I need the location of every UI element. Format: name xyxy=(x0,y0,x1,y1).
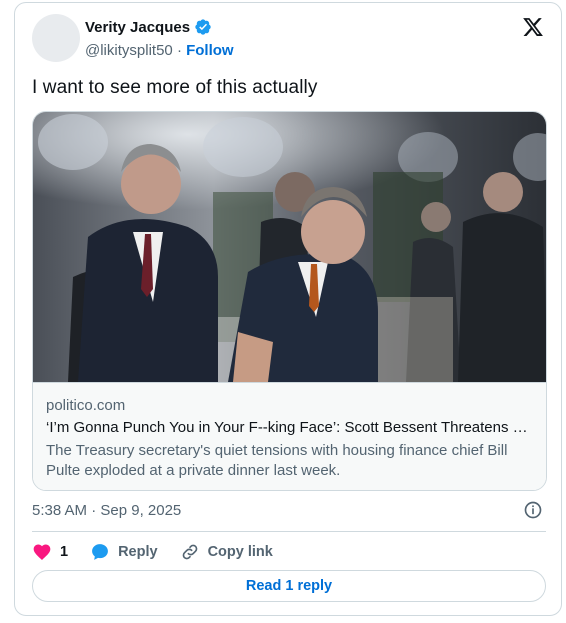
copy-link-label: Copy link xyxy=(207,544,273,560)
avatar[interactable] xyxy=(32,14,80,62)
copy-link-button[interactable]: Copy link xyxy=(180,542,273,562)
reply-bubble-icon xyxy=(92,544,108,560)
tweet-text: I want to see more of this actually xyxy=(32,77,318,98)
link-headline[interactable]: ‘I’m Gonna Punch You in Your F--king Fac… xyxy=(46,419,534,436)
action-bar: 1 Reply Copy link xyxy=(32,540,295,564)
reply-button[interactable]: Reply xyxy=(90,542,158,562)
author-name[interactable]: Verity Jacques xyxy=(85,19,190,36)
divider xyxy=(32,531,546,532)
author-handle[interactable]: @likitysplit50 xyxy=(85,42,173,59)
handle-row: @likitysplit50 · Follow xyxy=(85,42,234,59)
verified-badge-icon xyxy=(195,19,211,35)
link-domain: politico.com xyxy=(46,397,126,414)
info-icon[interactable] xyxy=(523,500,543,520)
x-logo-icon[interactable] xyxy=(522,16,544,38)
reply-label: Reply xyxy=(118,544,158,560)
link-icon xyxy=(182,544,197,560)
timestamp[interactable]: 5:38 AM · Sep 9, 2025 xyxy=(32,502,181,519)
follow-link[interactable]: Follow xyxy=(186,42,234,59)
tweet-card: Verity Jacques @likitysplit50 · Follow I… xyxy=(14,2,562,616)
like-count: 1 xyxy=(60,544,69,560)
link-description: The Treasury secretary's quiet tensions … xyxy=(46,442,508,479)
author-name-row: Verity Jacques xyxy=(85,18,212,36)
heart-icon xyxy=(33,544,51,560)
link-preview-card[interactable]: politico.com ‘I’m Gonna Punch You in You… xyxy=(32,111,547,491)
handle-separator: · xyxy=(176,42,182,59)
article-photo[interactable] xyxy=(33,112,547,382)
like-button[interactable]: 1 xyxy=(32,542,68,562)
link-meta: politico.com ‘I’m Gonna Punch You in You… xyxy=(33,382,546,490)
read-replies-button[interactable]: Read 1 reply xyxy=(32,570,546,602)
